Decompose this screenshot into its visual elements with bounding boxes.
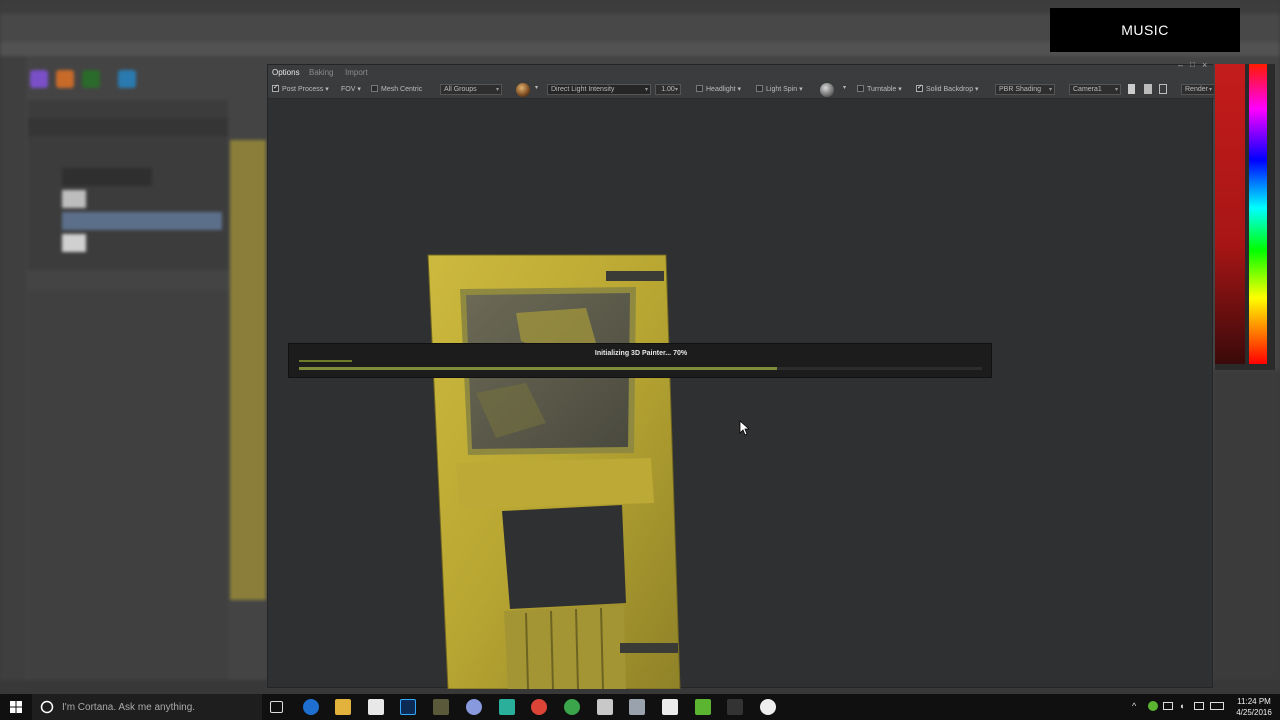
keyboard-icon[interactable] [1210, 702, 1224, 710]
tray-app-icon[interactable] [1148, 701, 1158, 711]
trash-icon[interactable] [1159, 84, 1167, 94]
cortana-icon [40, 700, 54, 714]
minimize-icon[interactable]: – [1178, 60, 1183, 70]
checkbox-icon [272, 85, 279, 92]
new-file-icon[interactable] [1128, 84, 1135, 94]
tab-bar: Options Baking Import – □ × [268, 60, 1214, 81]
headlight-toggle[interactable]: Headlight ▾ [696, 85, 741, 93]
app-icon-1[interactable] [433, 699, 449, 715]
maximize-icon[interactable]: □ [1190, 60, 1195, 69]
tab-import[interactable]: Import [345, 68, 368, 77]
start-button[interactable] [0, 694, 32, 720]
app-icon-9[interactable] [727, 699, 743, 715]
photoshop-icon[interactable] [400, 699, 416, 715]
windows-logo-icon [10, 701, 22, 713]
app-icon-8[interactable] [695, 699, 711, 715]
edge-icon[interactable] [303, 699, 319, 715]
clock-date: 4/25/2016 [1236, 708, 1272, 717]
loading-dialog: Initializing 3D Painter... 70% [288, 343, 992, 378]
notification-icon[interactable] [1194, 702, 1204, 710]
cortana-search-box[interactable]: I'm Cortana. Ask me anything. [32, 694, 262, 720]
light-intensity-value[interactable]: 1.00 [655, 84, 681, 95]
checkbox-icon [857, 85, 864, 92]
chevron-down-icon[interactable]: ▾ [535, 84, 538, 91]
app-icon-7[interactable] [662, 699, 678, 715]
checkbox-icon [371, 85, 378, 92]
chevron-down-icon[interactable]: ▾ [843, 84, 846, 91]
progress-fill [299, 367, 778, 370]
close-icon[interactable]: × [1202, 60, 1207, 70]
clock[interactable]: 11:24 PM 4/25/2016 [1228, 696, 1280, 718]
volume-icon[interactable]: ◖ [1179, 701, 1184, 711]
app-icon-4[interactable] [564, 699, 580, 715]
taskbar: I'm Cortana. Ask me anything. ^ ◖ 11:24 … [0, 694, 1280, 720]
tab-baking[interactable]: Baking [309, 68, 333, 77]
render-button[interactable]: Render [1181, 84, 1214, 95]
camera-dropdown[interactable]: Camera1 [1069, 84, 1121, 95]
music-overlay: MUSIC [1050, 8, 1240, 52]
app-icon-10[interactable] [760, 699, 776, 715]
mesh-centric-toggle[interactable]: Mesh Centric [371, 85, 422, 93]
sky-sphere-icon[interactable] [820, 83, 834, 97]
save-icon[interactable] [1144, 84, 1152, 94]
store-icon[interactable] [368, 699, 384, 715]
progress-bar [299, 367, 982, 370]
chrome-icon[interactable] [531, 699, 547, 715]
groups-dropdown[interactable]: All Groups [440, 84, 502, 95]
task-view-icon[interactable] [270, 701, 283, 713]
app-icon-6[interactable] [629, 699, 645, 715]
network-icon[interactable] [1163, 702, 1173, 710]
mouse-cursor-icon [739, 420, 749, 436]
shading-dropdown[interactable]: PBR Shading [995, 84, 1055, 95]
light-spin-toggle[interactable]: Light Spin ▾ [756, 85, 803, 93]
clock-time: 11:24 PM [1237, 697, 1271, 706]
door-3d-model[interactable] [426, 253, 686, 689]
app-icon-2[interactable] [466, 699, 482, 715]
viewer-toolbar: Post Process ▾ FOV ▾ Mesh Centric All Gr… [268, 81, 1214, 99]
tab-options[interactable]: Options [272, 68, 300, 77]
checkbox-icon [696, 85, 703, 92]
color-picker-strip[interactable] [1215, 64, 1275, 370]
post-process-toggle[interactable]: Post Process ▾ [272, 85, 329, 93]
checkbox-icon [756, 85, 763, 92]
solid-backdrop-toggle[interactable]: Solid Backdrop ▾ [916, 85, 979, 93]
search-placeholder: I'm Cortana. Ask me anything. [62, 701, 196, 713]
loading-indicator [299, 360, 352, 362]
file-explorer-icon[interactable] [335, 699, 351, 715]
loading-text: Initializing 3D Painter... 70% [594, 350, 688, 357]
app-icon-3[interactable] [499, 699, 515, 715]
light-sphere-icon[interactable] [516, 83, 530, 97]
fov-dropdown[interactable]: FOV ▾ [341, 85, 361, 93]
checkbox-icon [916, 85, 923, 92]
tray-chevron-icon[interactable]: ^ [1132, 701, 1136, 711]
light-intensity-slider[interactable]: Direct Light Intensity [547, 84, 651, 95]
turntable-toggle[interactable]: Turntable ▾ [857, 85, 902, 93]
app-icon-5[interactable] [597, 699, 613, 715]
